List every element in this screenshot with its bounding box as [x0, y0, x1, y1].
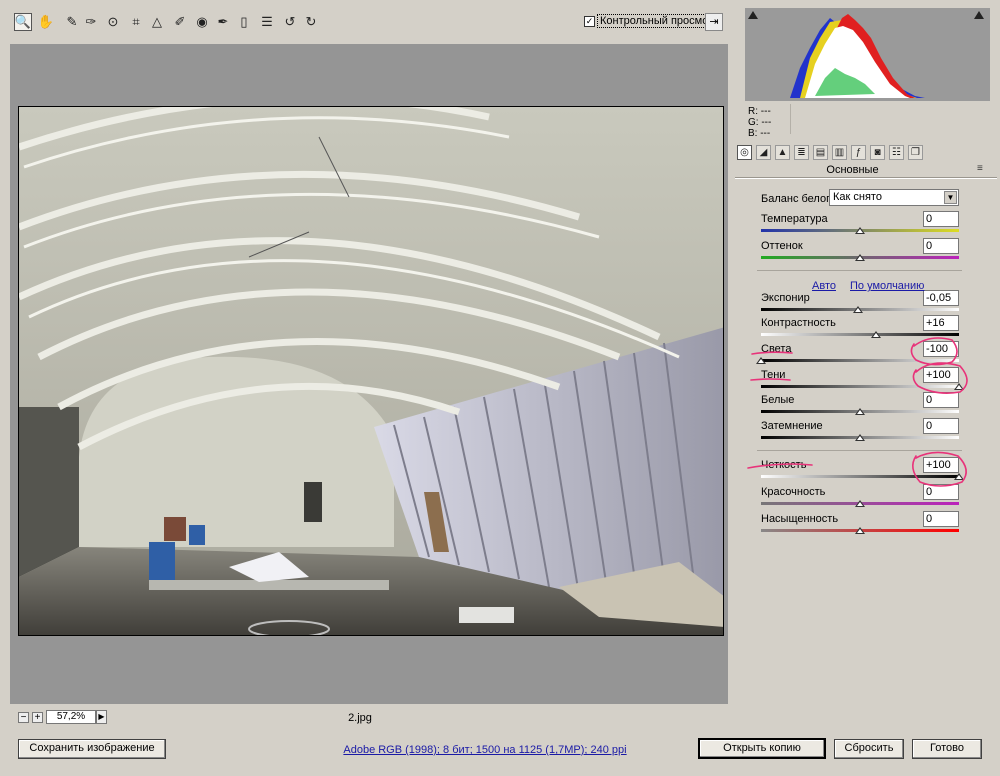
slider-track[interactable] — [761, 359, 959, 362]
rgb-divider — [790, 104, 791, 134]
slider-thumb[interactable] — [855, 527, 865, 534]
slider-thumb[interactable] — [954, 473, 964, 480]
panel-divider-highlight — [735, 178, 997, 179]
slider-track[interactable] — [761, 475, 959, 478]
slider-value-field[interactable]: -0,05 — [923, 290, 959, 306]
slider-track[interactable] — [761, 333, 959, 336]
slider-thumb[interactable] — [855, 500, 865, 507]
slider-thumb[interactable] — [870, 331, 881, 338]
preview-label[interactable]: Контрольный просмотр — [597, 14, 723, 28]
zoom-icon[interactable]: 🔍 — [14, 13, 32, 31]
slider-value-field[interactable]: 0 — [923, 484, 959, 500]
crop-icon[interactable]: ⌗ — [127, 13, 145, 31]
target-adjust-icon[interactable]: ⊙ — [104, 13, 122, 31]
rgb-g: G: --- — [748, 117, 772, 128]
slider-value-field[interactable]: 0 — [923, 418, 959, 434]
chevron-down-icon: ▼ — [944, 191, 957, 204]
slider-value-field[interactable]: +100 — [923, 457, 959, 473]
slider-label: Четкость — [761, 459, 807, 471]
slider-value-field[interactable]: -100 — [923, 341, 959, 357]
slider-thumb[interactable] — [954, 383, 964, 390]
straighten-icon[interactable]: △ — [148, 13, 166, 31]
slider-value-field[interactable]: 0 — [923, 238, 959, 254]
slider-thumb[interactable] — [855, 254, 865, 261]
slider-label: Температура — [761, 213, 828, 225]
panel-tabs: ◎ ◢ ▲ ≣ ▤ ▥ ƒ ◙ ☷ ❐ — [733, 143, 998, 163]
workflow-options-link[interactable]: Adobe RGB (1998); 8 бит; 1500 на 1125 (1… — [300, 744, 670, 756]
panel-title: Основные — [826, 164, 879, 176]
done-button[interactable]: Готово — [912, 739, 982, 759]
slider-value-field[interactable]: +16 — [923, 315, 959, 331]
open-copy-button[interactable]: Открыть копию — [698, 738, 826, 759]
slider-label: Экспонир — [761, 292, 810, 304]
rotate-right-icon[interactable]: ↻ — [302, 13, 320, 31]
fullscreen-icon[interactable]: ⇥ — [705, 13, 723, 31]
save-image-button[interactable]: Сохранить изображение — [18, 739, 166, 759]
rotate-left-icon[interactable]: ↺ — [281, 13, 299, 31]
slider-thumb[interactable] — [855, 408, 865, 415]
zoom-dropdown-icon[interactable]: ▶ — [96, 710, 107, 724]
slider-label: Белые — [761, 394, 795, 406]
adjustment-brush-icon[interactable]: ✒ — [214, 13, 232, 31]
white-balance-label: Баланс белого: — [761, 193, 840, 205]
white-balance-select[interactable]: Как снято ▼ — [829, 189, 959, 206]
white-balance-value: Как снято — [833, 191, 882, 203]
hand-icon[interactable]: ✋ — [37, 13, 55, 31]
graduated-filter-icon[interactable]: ▯ — [235, 13, 253, 31]
slider-thumb[interactable] — [853, 306, 864, 313]
tab-effects-icon[interactable]: ƒ — [851, 145, 866, 160]
preferences-icon[interactable]: ☰ — [258, 13, 276, 31]
tab-hsl-icon[interactable]: ≣ — [794, 145, 809, 160]
image-canvas[interactable] — [10, 44, 728, 704]
shadow-clipping-warning-icon[interactable] — [748, 11, 758, 19]
rgb-b: B: --- — [748, 128, 771, 139]
rgb-r: R: --- — [748, 106, 771, 117]
tab-snapshots-icon[interactable]: ❐ — [908, 145, 923, 160]
slider-thumb[interactable] — [756, 357, 766, 364]
slider-label: Оттенок — [761, 240, 803, 252]
slider-thumb[interactable] — [855, 227, 865, 234]
tab-camera-calibration-icon[interactable]: ◙ — [870, 145, 885, 160]
color-sampler-icon[interactable]: ✑ — [82, 13, 100, 31]
white-balance-icon[interactable]: ✎ — [63, 13, 81, 31]
slider-label: Затемнение — [761, 420, 823, 432]
tab-tone-curve-icon[interactable]: ◢ — [756, 145, 771, 160]
tab-detail-icon[interactable]: ▲ — [775, 145, 790, 160]
tab-presets-icon[interactable]: ☷ — [889, 145, 904, 160]
separator — [757, 450, 962, 451]
photo-preview — [18, 106, 724, 636]
slider-thumb[interactable] — [855, 434, 865, 441]
tab-lens-icon[interactable]: ▥ — [832, 145, 847, 160]
tab-split-toning-icon[interactable]: ▤ — [813, 145, 828, 160]
slider-value-field[interactable]: 0 — [923, 511, 959, 527]
highlight-clipping-warning-icon[interactable] — [974, 11, 984, 19]
auto-link[interactable]: Авто — [812, 280, 836, 292]
slider-value-field[interactable]: 0 — [923, 211, 959, 227]
spot-removal-icon[interactable]: ✐ — [171, 13, 189, 31]
panel-menu-icon[interactable]: ≡ — [977, 163, 983, 174]
toolbar: 🔍 ✋ ✎ ✑ ⊙ ⌗ △ ✐ ◉ ✒ ▯ ☰ ↺ ↻ ✓ Контрольны… — [0, 0, 735, 44]
slider-track[interactable] — [761, 385, 959, 388]
file-name: 2.jpg — [348, 712, 372, 724]
histogram — [745, 8, 990, 101]
slider-label: Насыщенность — [761, 513, 839, 525]
slider-label: Красочность — [761, 486, 826, 498]
zoom-out-button[interactable]: − — [18, 712, 29, 723]
preview-checkbox[interactable]: ✓ — [584, 16, 595, 27]
separator — [757, 270, 962, 271]
tab-basic-icon[interactable]: ◎ — [737, 145, 752, 160]
slider-label: Света — [761, 343, 792, 355]
slider-label: Контрастность — [761, 317, 836, 329]
red-eye-icon[interactable]: ◉ — [193, 13, 211, 31]
slider-label: Тени — [761, 369, 786, 381]
slider-value-field[interactable]: +100 — [923, 367, 959, 383]
slider-value-field[interactable]: 0 — [923, 392, 959, 408]
default-link[interactable]: По умолчанию — [850, 280, 924, 292]
zoom-in-button[interactable]: + — [32, 712, 43, 723]
zoom-level-field[interactable]: 57,2% — [46, 710, 96, 724]
reset-button[interactable]: Сбросить — [834, 739, 904, 759]
